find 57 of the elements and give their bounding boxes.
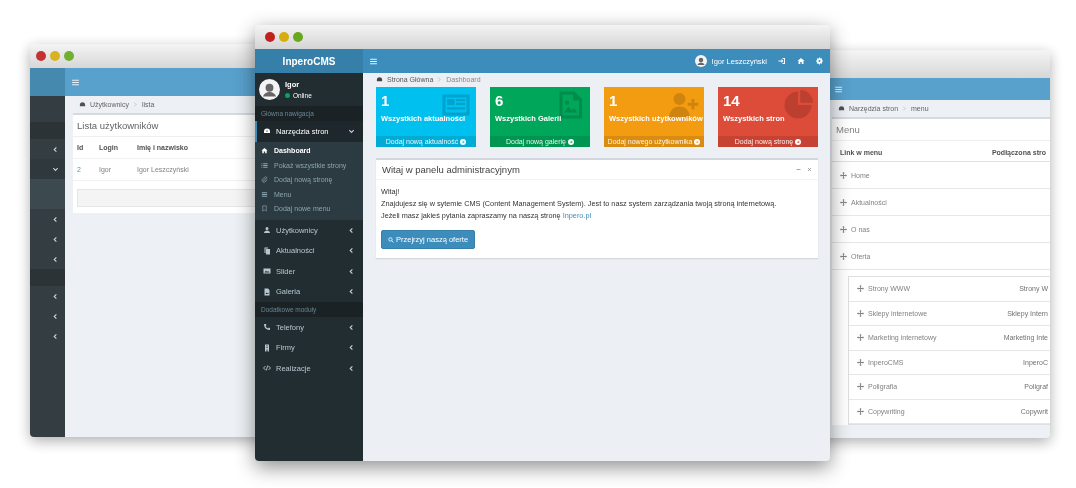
maximize-window-dot[interactable] [64, 51, 74, 61]
home-icon [261, 147, 268, 155]
stat-count: 14 [723, 92, 740, 109]
image-icon [263, 267, 271, 276]
submenu-panel [30, 179, 65, 209]
separator-icon [902, 106, 908, 111]
gauge-icon [79, 101, 86, 108]
minimize-window-dot[interactable] [279, 32, 289, 42]
move-icon[interactable] [840, 252, 847, 260]
move-icon[interactable] [857, 334, 864, 342]
user-icon [263, 226, 271, 235]
sign-in-icon[interactable] [778, 57, 786, 65]
panel-title: Witaj w panelu administracyjnym [382, 164, 520, 175]
gauge-icon [376, 76, 383, 83]
code-icon [263, 364, 271, 373]
sidebar-header [30, 68, 65, 96]
building-icon [263, 343, 271, 352]
move-icon[interactable] [857, 407, 864, 415]
separator-icon [437, 77, 443, 82]
maximize-window-dot[interactable] [293, 32, 303, 42]
minimize-window-dot[interactable] [50, 51, 60, 61]
gauge-icon [838, 105, 845, 112]
phone-icon [263, 323, 271, 332]
close-window-dot[interactable] [36, 51, 46, 61]
list-icon [261, 161, 268, 169]
separator-icon [132, 102, 138, 107]
pie-chart-icon [783, 90, 813, 120]
menu-icon[interactable] [369, 56, 378, 66]
card-title: Menu [832, 119, 1050, 141]
move-icon[interactable] [857, 285, 864, 293]
home-icon[interactable] [797, 57, 805, 65]
logo[interactable]: InperoCMS [255, 49, 363, 73]
move-icon[interactable] [857, 309, 864, 317]
menu-icon[interactable] [71, 77, 80, 87]
menu-icon[interactable] [834, 84, 843, 94]
move-icon[interactable] [840, 171, 847, 179]
status-dot [285, 93, 290, 98]
move-icon[interactable] [840, 225, 847, 233]
bookmark-icon [261, 205, 268, 213]
move-icon[interactable] [857, 358, 864, 366]
close-icon[interactable] [807, 167, 812, 172]
minimize-icon[interactable] [796, 167, 801, 172]
avatar[interactable] [694, 55, 707, 67]
close-window-dot[interactable] [265, 32, 275, 42]
stat-count: 1 [609, 92, 618, 109]
move-icon[interactable] [857, 383, 864, 391]
settings-icon[interactable] [816, 57, 824, 65]
image-file-icon [263, 287, 271, 296]
gauge-icon [263, 127, 271, 136]
search-icon [388, 236, 394, 243]
paperclip-icon [261, 176, 268, 184]
stat-count: 6 [495, 92, 504, 109]
avatar [259, 79, 280, 100]
stat-count: 1 [381, 92, 390, 109]
bars-icon [261, 190, 268, 198]
move-icon[interactable] [840, 198, 847, 206]
documents-icon [263, 246, 271, 255]
